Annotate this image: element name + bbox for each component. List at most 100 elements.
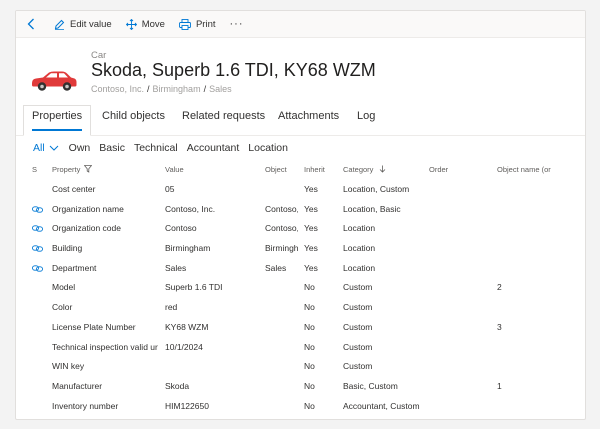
value-cell: Skoda [165, 380, 190, 391]
table-row[interactable]: Organization code Contoso Contoso, Yes Locat… [16, 218, 585, 238]
print-button[interactable]: Print [179, 19, 216, 30]
more-options-button[interactable]: ··· [230, 18, 244, 30]
table-row[interactable]: Inventory number HIM122650 No Accountant, C… [16, 396, 585, 416]
object-name-cell: 2 [497, 282, 502, 293]
property-cell: Color [52, 302, 73, 313]
value-cell: Superb 1.6 TDI [165, 282, 223, 293]
toolbar: Edit value Move Print ··· [16, 11, 585, 38]
category-cell: Location, Custom [343, 184, 410, 194]
inherit-cell: Yes [304, 223, 318, 234]
category-cell: Location [343, 262, 376, 273]
edit-value-button[interactable]: Edit value [54, 19, 112, 30]
column-header-value[interactable]: Value [165, 165, 184, 174]
category-cell: Location [343, 243, 376, 254]
inherit-cell: Yes [304, 184, 318, 194]
table-row[interactable]: Color red No Custom [16, 297, 585, 317]
property-cell: Organization code [52, 223, 121, 234]
object-header: Car Skoda, Superb 1.6 TDI, KY68 WZM Cont… [16, 38, 585, 106]
breadcrumb-separator: / [147, 84, 150, 94]
table-row[interactable]: WIN key No Custom [16, 356, 585, 376]
property-cell: Manufacturer [52, 380, 103, 391]
column-header-inherit[interactable]: Inherit [304, 165, 325, 174]
move-button[interactable]: Move [125, 18, 165, 30]
category-cell: Custom [343, 321, 373, 332]
filter-own[interactable]: Own [69, 142, 91, 154]
object-cell: Contoso, [265, 223, 298, 234]
inherit-cell: Yes [304, 262, 318, 273]
table-row[interactable]: Department Sales Sales Yes Location [16, 258, 585, 278]
tab-log[interactable]: Log [357, 106, 375, 136]
inherit-cell: No [304, 361, 315, 372]
column-header-property[interactable]: Property [52, 165, 93, 174]
inherit-cell: No [304, 380, 315, 391]
back-button[interactable] [22, 14, 40, 34]
column-header-object-name[interactable]: Object name (or [497, 165, 551, 174]
object-cell: Contoso, [265, 203, 298, 214]
inherit-cell: No [304, 302, 315, 313]
category-cell: Basic, Custom [343, 380, 398, 391]
column-header-category-label: Category [343, 165, 374, 174]
tab-properties[interactable]: Properties [23, 105, 92, 136]
table-row[interactable]: Model Superb 1.6 TDI No Custom 2 [16, 277, 585, 297]
car-icon [32, 71, 77, 91]
inherit-cell: No [304, 400, 315, 411]
table-row[interactable]: Technical inspection valid ur 10/1/2024 No… [16, 337, 585, 357]
filter-icon[interactable] [84, 165, 93, 173]
properties-table: S Property Value Object Inherit Category… [16, 161, 585, 415]
category-cell: Custom [343, 341, 373, 352]
column-header-order[interactable]: Order [429, 165, 448, 174]
table-row[interactable]: Building Birmingham Birmingh Yes Location [16, 238, 585, 258]
value-cell: Sales [165, 262, 187, 273]
breadcrumb-item[interactable]: Sales [209, 84, 232, 94]
property-cell: Cost center [52, 184, 96, 194]
value-cell: Contoso, Inc. [165, 203, 216, 214]
page-title: Skoda, Superb 1.6 TDI, KY68 WZM [91, 60, 376, 80]
tab-bar: Properties Child objects Related request… [16, 105, 585, 136]
tab-related-requests[interactable]: Related requests [182, 106, 265, 136]
property-cell: Inventory number [52, 400, 119, 411]
print-label: Print [195, 18, 216, 30]
link-icon [32, 245, 43, 252]
property-cell: WIN key [52, 361, 85, 372]
property-cell: Model [52, 282, 76, 293]
property-cell: Department [52, 262, 97, 273]
property-cell: Organization name [52, 203, 124, 214]
property-cell: Building [52, 243, 83, 254]
move-label: Move [141, 18, 165, 30]
column-header-s[interactable]: S [32, 165, 37, 174]
breadcrumb-item[interactable]: Birmingham [153, 84, 201, 94]
link-icon [32, 265, 43, 272]
inherit-cell: No [304, 341, 315, 352]
table-row[interactable]: Manufacturer Skoda No Basic, Custom 1 [16, 376, 585, 396]
column-header-property-label: Property [52, 165, 81, 174]
filter-location[interactable]: Location [248, 142, 288, 154]
object-cell: Birmingh [265, 243, 298, 254]
link-icon [32, 206, 43, 213]
category-cell: Location, Basic [343, 203, 401, 214]
filter-all[interactable]: All [33, 142, 45, 154]
edit-value-label: Edit value [70, 18, 112, 30]
value-cell: 10/1/2024 [165, 341, 203, 352]
tab-child-objects[interactable]: Child objects [102, 106, 165, 136]
link-icon [32, 225, 43, 233]
tab-attachments[interactable]: Attachments [278, 106, 339, 136]
value-cell: KY68 WZM [165, 321, 209, 332]
table-row[interactable]: Organization name Contoso, Inc. Contoso, Ye… [16, 199, 585, 219]
value-cell: 05 [165, 184, 175, 194]
table-row[interactable]: License Plate Number KY68 WZM No Custom 3 [16, 317, 585, 337]
inherit-cell: No [304, 282, 315, 293]
table-row[interactable]: Cost center 05 Yes Location, Custom [16, 179, 585, 199]
breadcrumb-item[interactable]: Contoso, Inc. [91, 84, 144, 94]
column-header-object[interactable]: Object [265, 165, 287, 174]
filter-basic[interactable]: Basic [99, 142, 125, 154]
table-body: Cost center 05 Yes Location, Custom Organiza… [16, 179, 585, 415]
breadcrumb-separator: / [203, 84, 207, 94]
edit-icon [54, 19, 65, 30]
category-cell: Custom [343, 361, 373, 372]
category-cell: Accountant, Custom [343, 400, 420, 411]
filter-technical[interactable]: Technical [134, 142, 178, 154]
filter-accountant[interactable]: Accountant [187, 142, 240, 154]
chevron-down-icon[interactable] [49, 145, 59, 151]
column-header-category[interactable]: Category [343, 165, 386, 174]
value-cell: HIM122650 [165, 400, 209, 411]
